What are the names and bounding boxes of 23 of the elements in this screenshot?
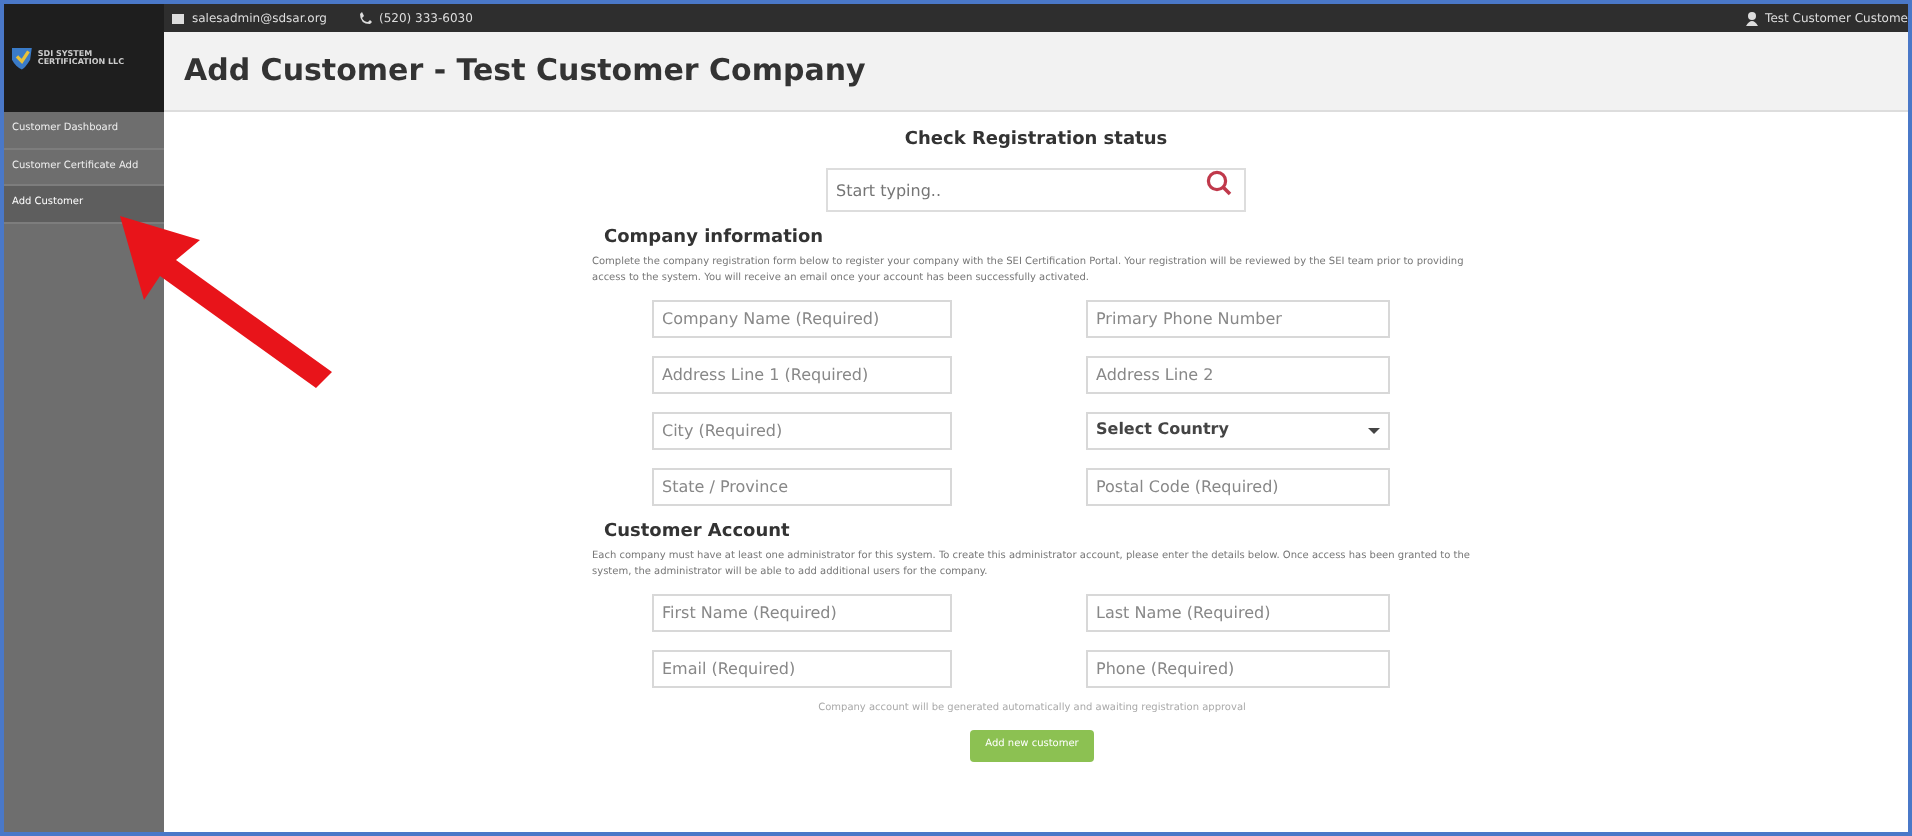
phone-icon: [359, 12, 371, 24]
input-field[interactable]: Last Name (Required): [1086, 593, 1390, 631]
input-field[interactable]: Email (Required): [652, 649, 952, 687]
input-field[interactable]: Postal Code (Required): [1086, 467, 1390, 505]
input-field[interactable]: Phone (Required): [1086, 649, 1390, 687]
country-dropdown[interactable]: Select Country: [1086, 411, 1390, 449]
input-field[interactable]: Primary Phone Number: [1086, 299, 1390, 337]
section-heading: Company information: [604, 225, 826, 251]
mail-icon: [172, 13, 184, 23]
section-heading: Customer Account: [604, 519, 792, 545]
registration-heading: Check Registration status: [904, 128, 1168, 154]
search-icon[interactable]: [1206, 169, 1232, 195]
caret-icon: [1368, 427, 1380, 433]
input-field[interactable]: State / Province: [652, 467, 952, 505]
page-title: Add Customer - Test Customer Company: [164, 32, 1908, 112]
input-field[interactable]: Address Line 2: [1086, 355, 1390, 393]
input-field[interactable]: Address Line 1 (Required): [652, 355, 952, 393]
logo-icon: [12, 44, 32, 72]
input-field[interactable]: First Name (Required): [652, 593, 952, 631]
search-field[interactable]: Start typing..: [826, 168, 1246, 212]
user-icon: [1745, 11, 1758, 25]
input-field[interactable]: City (Required): [652, 411, 952, 449]
input-field[interactable]: Company Name (Required): [652, 299, 952, 337]
